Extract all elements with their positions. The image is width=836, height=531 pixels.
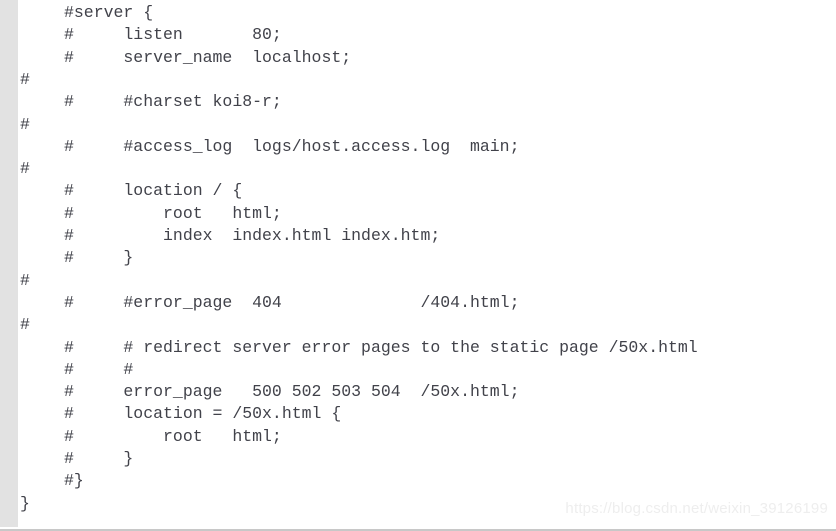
code-line-text: # #charset koi8-r; [64,92,282,112]
code-line-text: # error_page 500 502 503 504 /50x.html; [64,382,520,402]
code-line[interactable]: # # redirect server error pages to the s… [0,337,836,359]
watermark-text: https://blog.csdn.net/weixin_39126199 [565,500,828,517]
code-line[interactable]: # #error_page 404 /404.html; [0,292,836,314]
gutter-comment-marker: # [20,159,30,179]
gutter-comment-marker: # [20,69,30,89]
code-line-text: # root html; [64,203,282,223]
gutter-comment-marker: # [20,270,30,290]
code-line[interactable]: # location = /50x.html { [0,403,836,425]
code-line-text: # #error_page 404 /404.html; [64,292,520,312]
code-line[interactable]: # #access_log logs/host.access.log main; [0,136,836,158]
code-line-text: # } [64,449,134,468]
code-line[interactable]: # # [0,359,836,381]
code-line-text: # server_name localhost; [64,47,352,67]
code-content-area[interactable]: #server { # listen 80; # server_name local… [0,0,836,527]
code-line[interactable]: # root html; [0,426,836,448]
code-line[interactable]: # [0,314,836,336]
code-line-text: # index index.html index.htm; [64,226,441,245]
code-line-text: # location = /50x.html { [64,404,342,424]
code-line[interactable]: # error_page 500 502 503 504 /50x.html; [0,381,836,403]
gutter-comment-marker: # [20,315,30,335]
code-line[interactable]: #} [0,470,836,492]
code-line[interactable]: # server_name localhost; [0,47,836,69]
code-line[interactable]: # #charset koi8-r; [0,91,836,113]
code-line[interactable]: # listen 80; [0,24,836,46]
code-line-text: #server { [64,3,154,22]
code-editor[interactable]: #server { # listen 80; # server_name local… [0,0,836,531]
code-line-text: # # [64,359,134,379]
code-line-text: # #access_log logs/host.access.log main; [64,136,520,156]
code-line-text: # location / { [64,181,243,201]
code-line[interactable]: # root html; [0,203,836,225]
code-line-text: # # redirect server error pages to the s… [64,337,698,357]
code-line[interactable]: # } [0,448,836,470]
code-line-text: # } [64,248,134,268]
code-line[interactable]: # location / { [0,180,836,202]
code-line[interactable]: # [0,158,836,180]
gutter-comment-marker: # [20,114,30,134]
code-line-text: # listen 80; [64,25,282,45]
code-line[interactable]: # [0,270,836,292]
code-line-text: } [20,493,30,513]
code-line[interactable]: # [0,69,836,91]
code-line[interactable]: # [0,114,836,136]
code-line-text: #} [64,471,84,491]
code-line[interactable]: #server { [0,2,836,24]
code-line[interactable]: # index index.html index.htm; [0,225,836,247]
code-line[interactable]: # } [0,247,836,269]
code-line-text: # root html; [64,426,282,446]
